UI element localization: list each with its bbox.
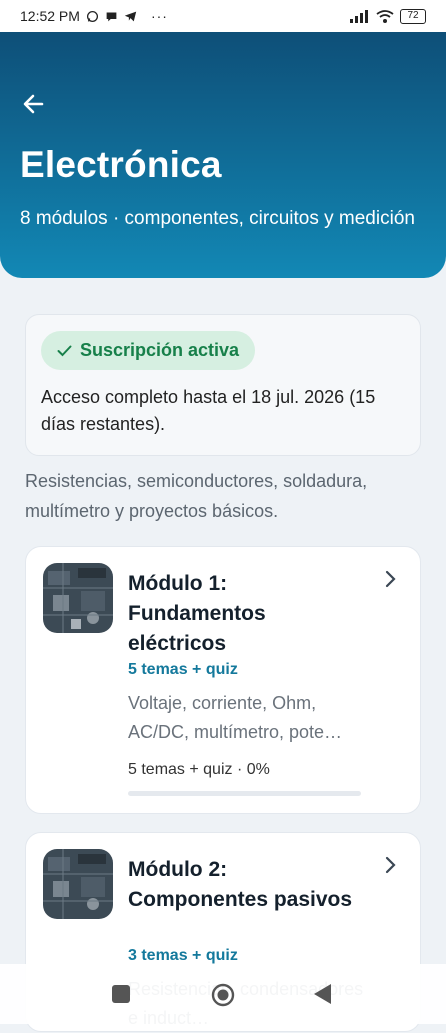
back-button[interactable]: [314, 984, 332, 1004]
module-thumbnail: [43, 563, 113, 633]
module-topics: 3 temas + quiz: [128, 947, 238, 964]
course-header: Electrónica 8 módulos · componentes, cir…: [0, 32, 446, 278]
subscription-badge: Suscripción activa: [41, 331, 256, 370]
module-progress-text: 5 temas + quiz · 0%: [128, 761, 270, 778]
status-bar: 12:52 PM ··· 72: [0, 0, 446, 32]
whatsapp-icon: [86, 10, 98, 22]
more-notifications-icon: ···: [150, 8, 168, 24]
battery-icon: 72: [400, 8, 426, 24]
module-summary: Voltaje, corriente, Ohm, AC/DC, multímet…: [128, 693, 343, 742]
check-icon: [57, 345, 72, 356]
signal-icon: [350, 9, 368, 23]
access-text: Acceso completo hasta el 18 jul. 2026 (1…: [41, 387, 376, 434]
home-button[interactable]: [211, 983, 235, 1007]
module-title: Módulo 1: Fundamentos eléctricos: [128, 572, 266, 655]
page-subtitle: 8 módulos · componentes, circuitos y med…: [20, 208, 415, 229]
telegram-icon: [124, 11, 137, 21]
page-title: Electrónica: [20, 144, 222, 185]
module-thumbnail: [43, 849, 113, 919]
battery-level: 72: [407, 10, 419, 21]
module-card[interactable]: Módulo 1: Fundamentos eléctricos 5 temas…: [25, 546, 421, 814]
system-nav-bar: [0, 964, 446, 1024]
chevron-right-icon[interactable]: [382, 569, 398, 589]
course-description: Resistencias, semiconductores, soldadura…: [25, 471, 368, 521]
subscription-badge-label: Suscripción activa: [80, 340, 240, 360]
recent-apps-button[interactable]: [112, 985, 130, 1003]
module-topics: 5 temas + quiz: [128, 661, 238, 678]
chat-icon: [106, 11, 117, 21]
subscription-card: Suscripción activa Acceso completo hasta…: [25, 314, 421, 456]
chevron-right-icon[interactable]: [382, 855, 398, 875]
status-time: 12:52 PM: [20, 8, 80, 24]
wifi-icon: [376, 9, 394, 23]
module-progress-bar: [128, 791, 361, 796]
back-arrow-icon[interactable]: [20, 90, 48, 118]
module-title: Módulo 2: Componentes pasivos: [128, 858, 353, 911]
